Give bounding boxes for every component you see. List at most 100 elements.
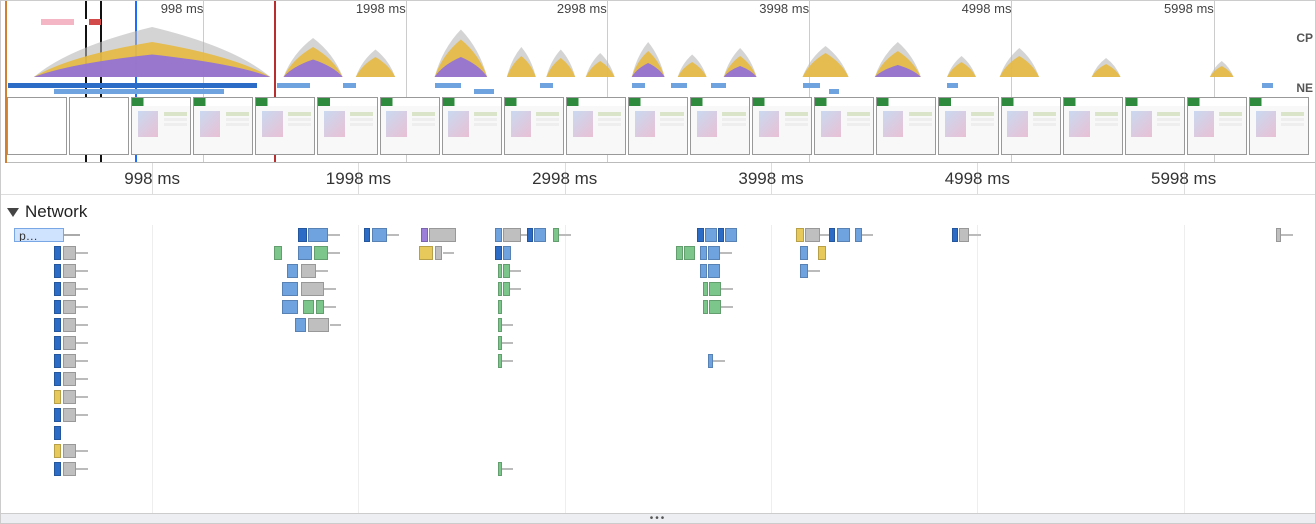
network-request[interactable] [498, 264, 502, 278]
network-request[interactable] [534, 228, 546, 242]
network-request[interactable] [703, 300, 708, 314]
network-request[interactable] [54, 390, 62, 404]
network-request-row[interactable] [1, 279, 1315, 299]
network-request[interactable] [703, 282, 708, 296]
network-request[interactable] [498, 282, 502, 296]
network-request-row[interactable] [1, 315, 1315, 335]
network-request[interactable] [295, 318, 306, 332]
network-request[interactable] [63, 282, 76, 296]
network-request[interactable] [959, 228, 970, 242]
network-request[interactable] [709, 282, 721, 296]
filmstrip-frame[interactable] [1187, 97, 1247, 155]
network-request-row[interactable] [1, 423, 1315, 443]
network-request[interactable] [54, 282, 62, 296]
network-request[interactable] [301, 282, 325, 296]
network-request[interactable] [421, 228, 428, 242]
network-request[interactable] [818, 246, 826, 260]
network-request[interactable] [705, 228, 717, 242]
network-request[interactable] [952, 228, 957, 242]
network-request[interactable] [63, 354, 76, 368]
network-request[interactable] [709, 300, 721, 314]
network-request[interactable] [54, 336, 62, 350]
network-request[interactable] [63, 462, 76, 476]
network-request[interactable] [316, 300, 324, 314]
filmstrip-frame[interactable] [690, 97, 750, 155]
filmstrip-frame[interactable] [628, 97, 688, 155]
network-request-row[interactable] [1, 333, 1315, 353]
network-request[interactable] [800, 264, 808, 278]
network-request-row[interactable] [1, 459, 1315, 479]
network-request[interactable] [63, 444, 76, 458]
network-request[interactable] [503, 228, 521, 242]
network-request[interactable] [54, 264, 62, 278]
network-request[interactable] [301, 264, 317, 278]
filmstrip-frame[interactable] [938, 97, 998, 155]
filmstrip-frame[interactable] [193, 97, 253, 155]
network-request[interactable] [308, 318, 329, 332]
network-request[interactable] [684, 246, 695, 260]
network-request[interactable] [829, 228, 836, 242]
network-request[interactable] [298, 246, 312, 260]
network-request[interactable] [282, 300, 298, 314]
network-request[interactable] [63, 300, 76, 314]
network-request[interactable] [700, 264, 707, 278]
network-request[interactable] [308, 228, 328, 242]
network-request[interactable] [63, 318, 76, 332]
network-request[interactable] [372, 228, 388, 242]
network-request-row[interactable] [1, 351, 1315, 371]
network-request[interactable] [800, 246, 808, 260]
network-request-row[interactable]: p… [1, 225, 1315, 245]
network-request[interactable] [435, 246, 443, 260]
network-request[interactable] [63, 336, 76, 350]
network-request-row[interactable] [1, 297, 1315, 317]
filmstrip-frame[interactable] [1063, 97, 1123, 155]
network-request[interactable] [498, 300, 502, 314]
filmstrip-frame[interactable] [504, 97, 564, 155]
network-request[interactable] [63, 390, 76, 404]
network-request[interactable] [700, 246, 707, 260]
filmstrip-frame[interactable] [1001, 97, 1061, 155]
network-request[interactable] [527, 228, 534, 242]
filmstrip-frame[interactable] [442, 97, 502, 155]
network-request[interactable] [54, 246, 62, 260]
network-request[interactable] [54, 462, 62, 476]
network-request[interactable]: p… [14, 228, 64, 242]
filmstrip-frame[interactable] [566, 97, 626, 155]
network-request[interactable] [63, 372, 76, 386]
filmstrip-frame[interactable] [7, 97, 67, 155]
network-request[interactable] [708, 264, 720, 278]
main-time-ruler[interactable]: 998 ms1998 ms2998 ms3998 ms4998 ms5998 m… [1, 163, 1315, 195]
filmstrip[interactable] [7, 97, 1309, 155]
network-request[interactable] [54, 426, 62, 440]
network-request-row[interactable] [1, 387, 1315, 407]
network-request[interactable] [837, 228, 850, 242]
network-request-row[interactable] [1, 405, 1315, 425]
network-request[interactable] [54, 300, 62, 314]
network-waterfall[interactable]: p… [1, 225, 1315, 513]
network-request[interactable] [429, 228, 455, 242]
network-request[interactable] [725, 228, 737, 242]
filmstrip-frame[interactable] [1125, 97, 1185, 155]
network-request[interactable] [54, 408, 62, 422]
network-request[interactable] [287, 264, 298, 278]
filmstrip-frame[interactable] [69, 97, 129, 155]
network-request[interactable] [54, 354, 62, 368]
network-request[interactable] [54, 444, 62, 458]
network-request[interactable] [63, 408, 76, 422]
network-section-header[interactable]: Network [7, 199, 87, 225]
network-request[interactable] [805, 228, 819, 242]
filmstrip-frame[interactable] [1249, 97, 1309, 155]
network-request-row[interactable] [1, 369, 1315, 389]
network-request[interactable] [274, 246, 282, 260]
network-request[interactable] [495, 228, 502, 242]
network-request[interactable] [314, 246, 328, 260]
network-request[interactable] [676, 246, 683, 260]
filmstrip-frame[interactable] [255, 97, 315, 155]
network-request[interactable] [282, 282, 298, 296]
network-request[interactable] [503, 282, 510, 296]
network-request[interactable] [503, 264, 510, 278]
network-request[interactable] [419, 246, 433, 260]
filmstrip-frame[interactable] [752, 97, 812, 155]
network-request[interactable] [364, 228, 371, 242]
network-request[interactable] [54, 372, 62, 386]
